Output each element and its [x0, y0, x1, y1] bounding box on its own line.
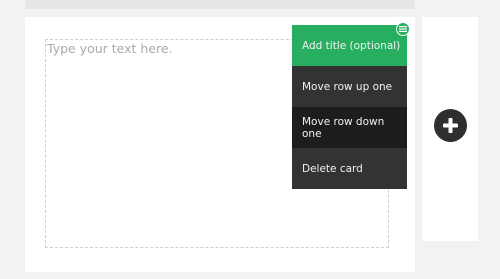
- add-title-label: Add title (optional): [302, 39, 401, 52]
- delete-card-label: Delete card: [302, 162, 363, 175]
- hamburger-icon: [399, 26, 407, 32]
- add-title-menu-item[interactable]: Add title (optional): [292, 25, 407, 66]
- card-options-menu: Add title (optional) Move row up one Mov…: [292, 25, 407, 189]
- move-row-up-menu-item[interactable]: Move row up one: [292, 66, 407, 107]
- move-row-down-menu-item[interactable]: Move row down one: [292, 107, 407, 148]
- move-row-down-label: Move row down one: [302, 115, 385, 140]
- add-card-button[interactable]: [434, 109, 467, 142]
- menu-toggle-button[interactable]: [396, 22, 410, 36]
- previous-card-edge: [25, 0, 415, 9]
- move-row-up-label: Move row up one: [302, 80, 393, 93]
- delete-card-menu-item[interactable]: Delete card: [292, 148, 407, 189]
- text-placeholder: Type your text here.: [47, 41, 173, 56]
- plus-icon: [443, 118, 458, 133]
